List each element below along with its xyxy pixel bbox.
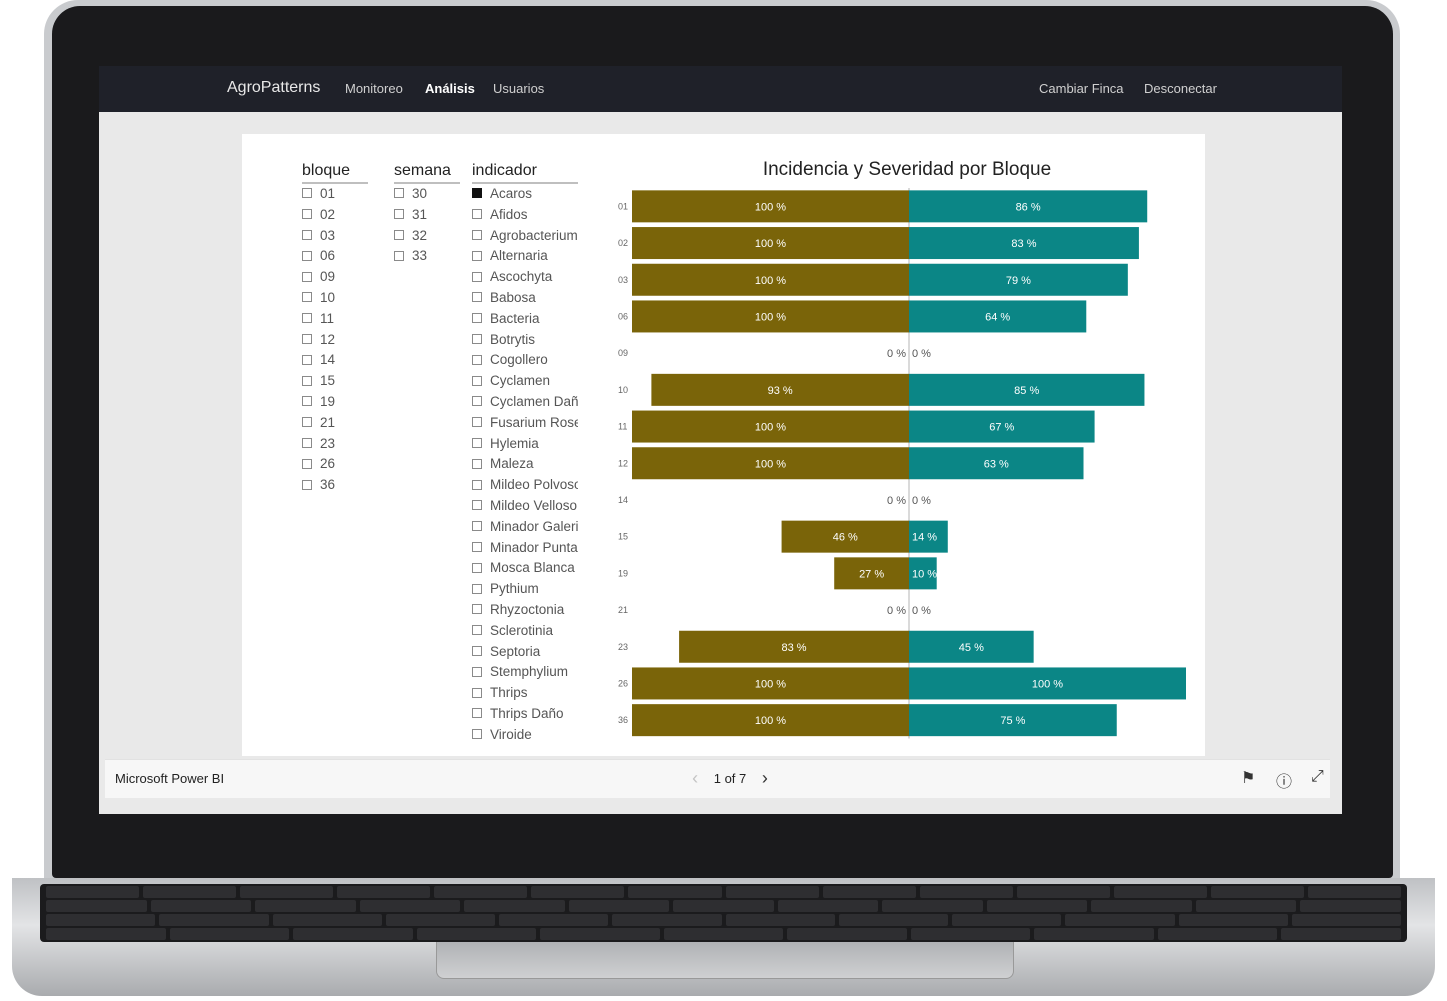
- nav-link-usuarios[interactable]: Usuarios: [493, 81, 544, 96]
- data-label-incidencia: 46 %: [833, 532, 858, 544]
- data-label-severidad: 67 %: [989, 422, 1014, 434]
- data-label-incidencia: 100 %: [755, 458, 786, 470]
- data-label-severidad: 0 %: [912, 348, 931, 360]
- data-label-severidad: 0 %: [912, 605, 931, 617]
- laptop-keyboard: [40, 884, 1407, 942]
- data-label-incidencia: 100 %: [755, 201, 786, 213]
- data-label-incidencia: 27 %: [859, 568, 884, 580]
- category-tick-label: 10: [618, 385, 628, 395]
- category-tick-label: 02: [618, 238, 628, 248]
- data-label-severidad: 79 %: [1006, 275, 1031, 287]
- nav-link-monitoreo[interactable]: Monitoreo: [345, 81, 403, 96]
- page-navigator: ‹ 1 of 7 ›: [675, 768, 785, 790]
- category-tick-label: 09: [618, 348, 628, 358]
- data-label-severidad: 86 %: [1016, 201, 1041, 213]
- flag-icon[interactable]: ⚑: [1241, 768, 1255, 788]
- data-label-incidencia: 100 %: [755, 275, 786, 287]
- data-label-incidencia: 100 %: [755, 238, 786, 250]
- data-label-severidad: 75 %: [1000, 715, 1025, 727]
- category-tick-label: 01: [618, 201, 628, 211]
- butterfly-bar-chart: 01 100 % 86 %02 100 % 83 %03 100 % 79 %06 100 %…: [618, 188, 1186, 739]
- data-label-incidencia: 0 %: [887, 348, 906, 360]
- nav-link-cambiar-finca[interactable]: Cambiar Finca: [1039, 81, 1124, 96]
- category-tick-label: 15: [618, 532, 628, 542]
- data-label-severidad: 10 %: [912, 568, 937, 580]
- data-label-severidad: 83 %: [1011, 238, 1036, 250]
- brand-logo[interactable]: AgroPatterns: [227, 79, 320, 97]
- expand-icon[interactable]: ⤢: [1311, 768, 1324, 786]
- data-label-incidencia: 100 %: [755, 311, 786, 323]
- footer-brand: Microsoft Power BI: [115, 771, 225, 786]
- category-tick-label: 23: [618, 642, 628, 652]
- chevron-right-icon[interactable]: ›: [762, 768, 768, 789]
- power-bi-footer: Microsoft Power BI ‹ 1 of 7 › ⚑ ⓘ ⤢: [105, 759, 1330, 798]
- chevron-left-icon[interactable]: ‹: [692, 768, 698, 789]
- category-tick-label: 26: [618, 678, 628, 688]
- data-label-severidad: 100 %: [1032, 678, 1063, 690]
- data-label-severidad: 85 %: [1014, 385, 1039, 397]
- category-tick-label: 14: [618, 495, 628, 505]
- data-label-severidad: 63 %: [984, 458, 1009, 470]
- category-tick-label: 36: [618, 715, 628, 725]
- category-tick-label: 03: [618, 275, 628, 285]
- power-bi-report: bloque 01 02 03 06 09 10 11 12 14 15 19 21 23 26 36 se…: [242, 134, 1205, 756]
- nav-link-desconectar[interactable]: Desconectar: [1144, 81, 1217, 96]
- data-label-incidencia: 100 %: [755, 715, 786, 727]
- data-label-severidad: 14 %: [912, 532, 937, 544]
- app-screen: AgroPatterns Monitoreo Análisis Usuarios…: [99, 66, 1342, 814]
- data-label-incidencia: 0 %: [887, 605, 906, 617]
- info-icon[interactable]: ⓘ: [1276, 768, 1292, 792]
- nav-link-analisis[interactable]: Análisis: [425, 81, 475, 96]
- data-label-severidad: 45 %: [959, 642, 984, 654]
- category-tick-label: 21: [618, 605, 628, 615]
- data-label-severidad: 0 %: [912, 495, 931, 507]
- laptop-touchpad: [436, 942, 1014, 979]
- category-tick-label: 19: [618, 568, 628, 578]
- category-tick-label: 12: [618, 458, 628, 468]
- top-navbar: AgroPatterns Monitoreo Análisis Usuarios…: [99, 66, 1342, 112]
- page-indicator: 1 of 7: [713, 771, 747, 786]
- data-label-severidad: 64 %: [985, 311, 1010, 323]
- data-label-incidencia: 83 %: [782, 642, 807, 654]
- category-tick-label: 11: [618, 422, 627, 432]
- data-label-incidencia: 0 %: [887, 495, 906, 507]
- data-label-incidencia: 93 %: [768, 385, 793, 397]
- data-label-incidencia: 100 %: [755, 678, 786, 690]
- data-label-incidencia: 100 %: [755, 422, 786, 434]
- category-tick-label: 06: [618, 311, 628, 321]
